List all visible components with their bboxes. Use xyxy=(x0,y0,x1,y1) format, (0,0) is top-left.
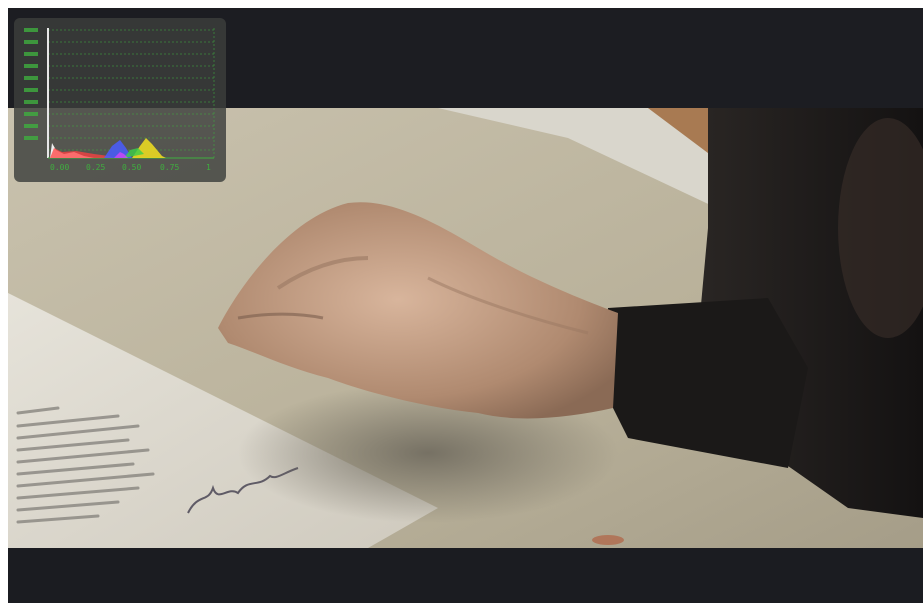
x-tick-label: 0.75 xyxy=(160,163,179,172)
player-controls-bar[interactable] xyxy=(8,548,923,603)
histogram-channels xyxy=(50,138,166,158)
histogram-chart: 0.00 0.25 0.50 0.75 1 xyxy=(24,28,215,172)
x-tick-label: 0.00 xyxy=(50,163,69,172)
x-tick-label: 0.25 xyxy=(86,163,105,172)
x-tick-label: 1 xyxy=(206,163,211,172)
histogram-overlay: 0.00 0.25 0.50 0.75 1 xyxy=(14,18,226,182)
x-tick-label: 0.50 xyxy=(122,163,141,172)
